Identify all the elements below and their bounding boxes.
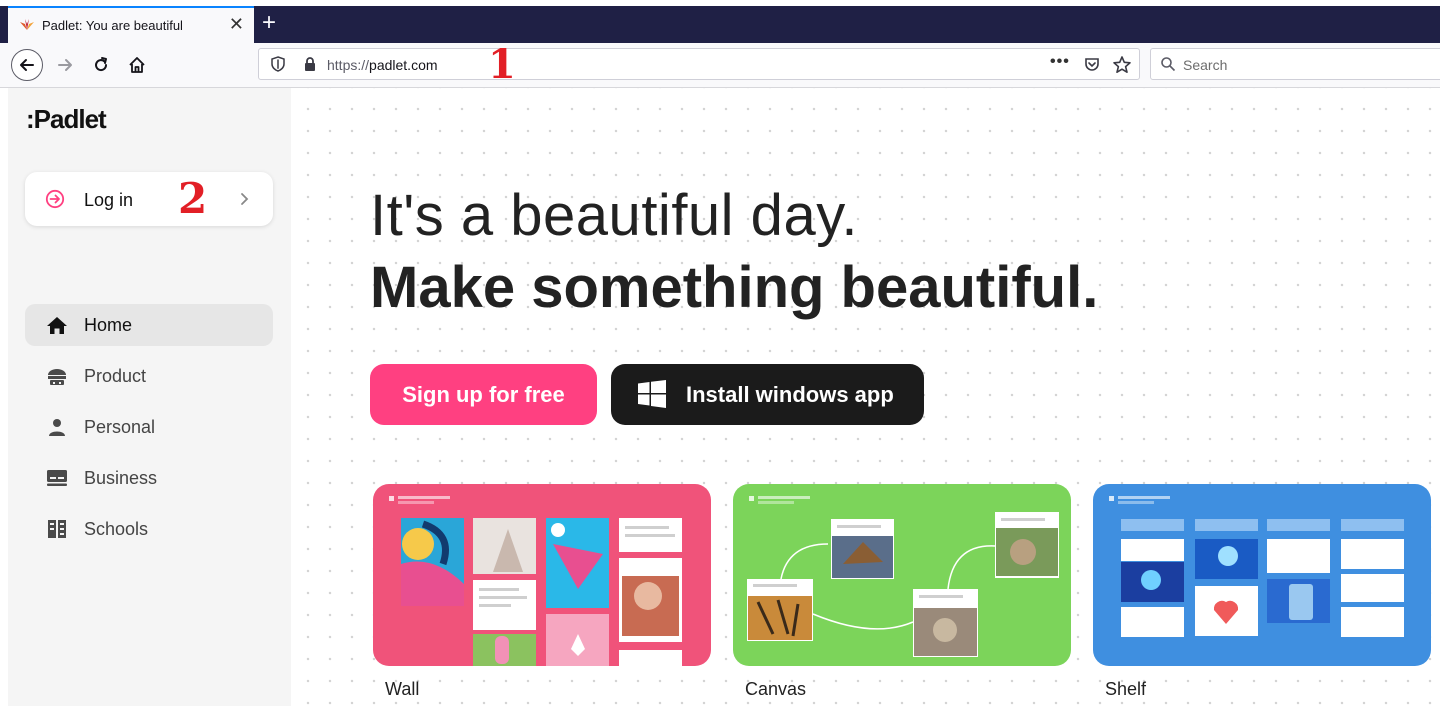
- page-viewport: :Padlet Log in Home Product Personal Bus…: [0, 88, 1440, 706]
- login-button[interactable]: Log in: [25, 172, 273, 226]
- tab-title: Padlet: You are beautiful: [42, 18, 183, 33]
- url-text[interactable]: https://padlet.com: [327, 57, 438, 73]
- sidebar-item-label: Home: [84, 315, 133, 335]
- address-bar[interactable]: https://padlet.com •••: [258, 48, 1140, 80]
- sidebar-item-label: Product: [84, 366, 147, 386]
- padlet-favicon-icon: [20, 19, 34, 30]
- sidebar-item-schools[interactable]: Schools: [25, 508, 273, 550]
- person-icon: [49, 419, 65, 436]
- sidebar-item-home[interactable]: Home: [25, 304, 273, 346]
- sidebar: :Padlet Log in Home Product Personal Bus…: [8, 88, 291, 706]
- wall-preview-illustration: [389, 496, 682, 666]
- arrow-left-icon: [20, 59, 34, 71]
- tab-close-icon[interactable]: ✕: [229, 14, 244, 34]
- annotation-number-1: 1: [488, 41, 516, 88]
- login-arrow-icon: [45, 189, 65, 209]
- pocket-icon[interactable]: [1083, 56, 1101, 74]
- padlet-logo[interactable]: :Padlet: [26, 104, 107, 135]
- navigation-toolbar: https://padlet.com •••: [0, 43, 1440, 88]
- sidebar-item-label: Schools: [84, 519, 149, 539]
- sidebar-item-label: Personal: [84, 417, 156, 437]
- hero-headline: It's a beautiful day.: [370, 183, 859, 248]
- shelf-template-card[interactable]: [1093, 484, 1431, 666]
- sidebar-item-product[interactable]: Product: [25, 355, 273, 397]
- product-icon: [48, 369, 66, 385]
- sidebar-item-business[interactable]: Business: [25, 457, 273, 499]
- url-domain: padlet.com: [369, 57, 438, 73]
- bookmark-star-icon[interactable]: [1112, 55, 1132, 75]
- forward-button[interactable]: [53, 53, 77, 77]
- page-edge: [0, 88, 8, 706]
- install-windows-app-button[interactable]: Install windows app: [611, 364, 924, 425]
- home-button[interactable]: [125, 53, 149, 77]
- wall-label: Wall: [385, 679, 420, 699]
- browser-tab[interactable]: Padlet: You are beautiful ✕: [8, 6, 254, 43]
- schools-icon: [48, 520, 66, 538]
- main-content: It's a beautiful day. Make something bea…: [291, 88, 1440, 706]
- house-icon: [129, 57, 145, 73]
- annotation-number-2: 2: [178, 174, 208, 223]
- login-label: Log in: [84, 190, 134, 210]
- search-input[interactable]: [1181, 53, 1435, 77]
- back-button[interactable]: [11, 49, 43, 81]
- arrow-right-icon: [58, 59, 72, 71]
- page-actions-menu[interactable]: •••: [1050, 53, 1070, 71]
- signup-button[interactable]: Sign up for free: [370, 364, 597, 425]
- sidebar-item-label: Business: [84, 468, 158, 488]
- search-icon: [1161, 57, 1176, 72]
- chevron-right-icon: [241, 193, 249, 205]
- hero-subheadline: Make something beautiful.: [370, 255, 1099, 320]
- install-button-label: Install windows app: [686, 382, 894, 407]
- shelf-label: Shelf: [1105, 679, 1147, 699]
- sidebar-item-personal[interactable]: Personal: [25, 406, 273, 448]
- canvas-template-card[interactable]: [733, 484, 1071, 666]
- lock-icon[interactable]: [302, 56, 318, 72]
- home-icon: [47, 317, 67, 334]
- shield-icon[interactable]: [270, 56, 286, 72]
- canvas-preview-illustration: [747, 496, 1059, 657]
- canvas-label: Canvas: [745, 679, 807, 699]
- wall-template-card[interactable]: [373, 484, 711, 666]
- reload-button[interactable]: [89, 53, 113, 77]
- windows-logo-icon: [638, 380, 666, 408]
- url-protocol: https://: [327, 57, 370, 73]
- shelf-preview-illustration: [1109, 496, 1404, 637]
- search-bar[interactable]: [1150, 48, 1440, 80]
- business-icon: [47, 470, 67, 486]
- reload-icon: [95, 57, 108, 72]
- tab-bar: Padlet: You are beautiful ✕ +: [0, 6, 1440, 43]
- new-tab-button[interactable]: +: [262, 8, 276, 38]
